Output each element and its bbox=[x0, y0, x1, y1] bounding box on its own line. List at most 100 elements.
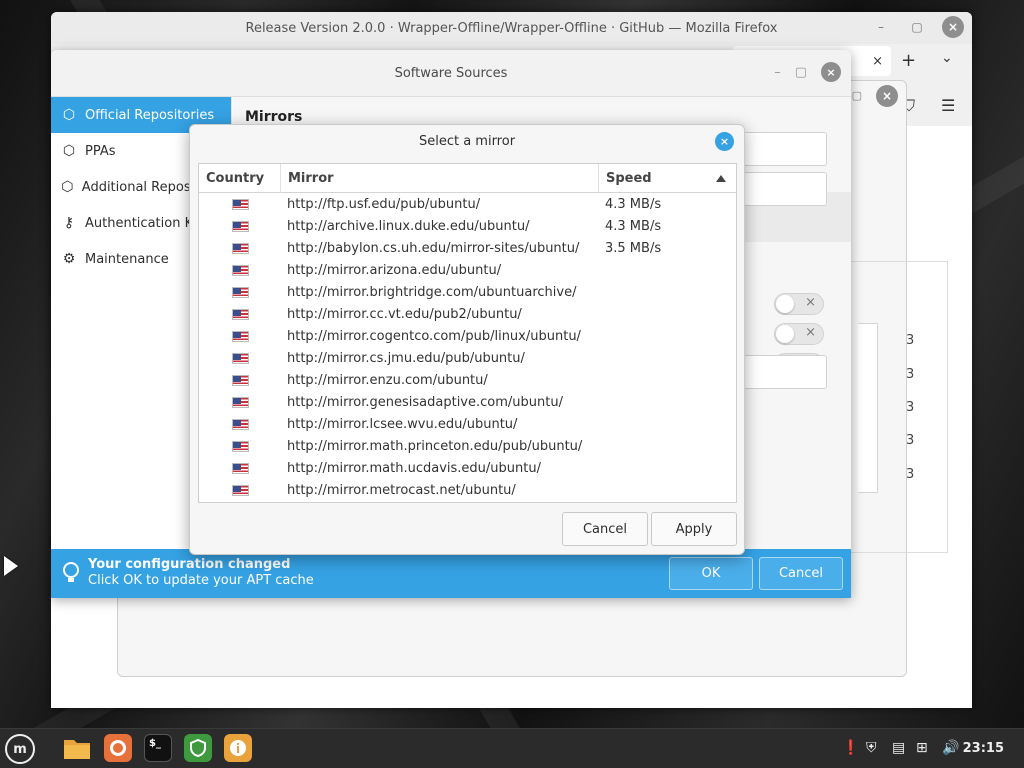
table-row[interactable]: http://mirror.math.princeton.edu/pub/ubu… bbox=[199, 435, 736, 457]
table-row[interactable]: http://mirror.cs.jmu.edu/pub/ubuntu/ bbox=[199, 347, 736, 369]
toggle-switch[interactable] bbox=[774, 323, 824, 345]
us-flag-icon bbox=[231, 396, 249, 408]
clock[interactable]: 23:15 bbox=[963, 741, 1004, 756]
firefox-titlebar[interactable]: Release Version 2.0.0 · Wrapper-Offline/… bbox=[51, 12, 972, 44]
column-header-mirror[interactable]: Mirror bbox=[281, 164, 599, 193]
mouse-cursor-icon bbox=[4, 556, 18, 576]
mirror-rows: http://ftp.usf.edu/pub/ubuntu/4.3 MB/s ht… bbox=[199, 193, 736, 501]
us-flag-icon bbox=[231, 440, 249, 452]
info-icon[interactable] bbox=[224, 734, 252, 762]
country-cell bbox=[199, 330, 281, 342]
country-cell bbox=[199, 220, 281, 232]
column-header-label: Country bbox=[206, 171, 265, 186]
table-row[interactable]: http://mirror.cc.vt.edu/pub2/ubuntu/ bbox=[199, 303, 736, 325]
column-header-speed[interactable]: Speed bbox=[599, 164, 736, 193]
cancel-button[interactable]: Cancel bbox=[562, 512, 648, 546]
configuration-changed-bar: Your configuration changed Click OK to u… bbox=[51, 549, 851, 598]
speed-cell: 3.5 MB/s bbox=[605, 240, 662, 256]
mirror-url-cell: http://mirror.math.princeton.edu/pub/ubu… bbox=[287, 438, 583, 454]
country-cell bbox=[199, 418, 281, 430]
firefox-window-title: Release Version 2.0.0 · Wrapper-Offline/… bbox=[245, 20, 778, 36]
country-cell bbox=[199, 374, 281, 386]
us-flag-icon bbox=[231, 462, 249, 474]
country-cell bbox=[199, 484, 281, 496]
us-flag-icon bbox=[231, 198, 249, 210]
country-cell bbox=[199, 396, 281, 408]
volume-icon[interactable]: 🔊 bbox=[942, 740, 959, 756]
software-sources-titlebar[interactable]: Software Sources – ▢ × bbox=[51, 50, 851, 97]
mirror-url-cell: http://ftp.usf.edu/pub/ubuntu/ bbox=[287, 196, 481, 212]
sort-ascending-icon bbox=[716, 175, 726, 182]
us-flag-icon bbox=[231, 374, 249, 386]
table-row[interactable]: http://mirror.math.ucdavis.edu/ubuntu/ bbox=[199, 457, 736, 479]
mirror-table: Country Mirror Speed http://ftp.usf.edu/… bbox=[198, 163, 737, 503]
close-button[interactable]: × bbox=[876, 85, 898, 107]
folder-icon[interactable] bbox=[63, 734, 91, 762]
mirror-url-cell: http://mirror.cs.jmu.edu/pub/ubuntu/ bbox=[287, 350, 525, 366]
table-row[interactable]: http://mirror.metrocast.net/ubuntu/ bbox=[199, 479, 736, 501]
us-flag-icon bbox=[231, 484, 249, 496]
country-cell bbox=[199, 242, 281, 254]
close-button[interactable]: × bbox=[942, 16, 964, 38]
table-row[interactable]: http://ftp.usf.edu/pub/ubuntu/4.3 MB/s bbox=[199, 193, 736, 215]
cancel-button[interactable]: Cancel bbox=[759, 557, 843, 590]
shield-icon[interactable] bbox=[184, 734, 212, 762]
info-title: Your configuration changed bbox=[88, 557, 291, 572]
us-flag-icon bbox=[231, 330, 249, 342]
us-flag-icon bbox=[231, 264, 249, 276]
column-header-country[interactable]: Country bbox=[199, 164, 281, 193]
mirror-url-cell: http://mirror.cogentco.com/pub/linux/ubu… bbox=[287, 328, 581, 344]
us-flag-icon bbox=[231, 418, 249, 430]
firefox-icon[interactable] bbox=[104, 734, 132, 762]
table-row[interactable]: http://mirror.cogentco.com/pub/linux/ubu… bbox=[199, 325, 736, 347]
dialog-titlebar[interactable]: Select a mirror bbox=[190, 125, 744, 157]
mirror-url-cell: http://archive.linux.duke.edu/ubuntu/ bbox=[287, 218, 530, 234]
terminal-icon[interactable]: $_ bbox=[144, 734, 172, 762]
table-row[interactable]: http://mirror.genesisadaptive.com/ubuntu… bbox=[199, 391, 736, 413]
new-tab-button[interactable]: + bbox=[901, 50, 916, 71]
sidebar-item-label: Maintenance bbox=[85, 251, 169, 267]
maximize-button[interactable]: ▢ bbox=[795, 65, 807, 80]
package-icon: ⬡ bbox=[61, 179, 74, 195]
mirror-url-cell: http://mirror.arizona.edu/ubuntu/ bbox=[287, 262, 502, 278]
us-flag-icon bbox=[231, 242, 249, 254]
table-row[interactable]: http://babylon.cs.uh.edu/mirror-sites/ub… bbox=[199, 237, 736, 259]
us-flag-icon bbox=[231, 308, 249, 320]
country-cell bbox=[199, 264, 281, 276]
country-cell bbox=[199, 286, 281, 298]
tab-list-button[interactable]: ⌄ bbox=[941, 50, 953, 66]
mirror-url-cell: http://mirror.enzu.com/ubuntu/ bbox=[287, 372, 488, 388]
minimize-button[interactable]: – bbox=[870, 16, 892, 38]
clipboard-icon[interactable]: ▤ bbox=[892, 740, 905, 756]
us-flag-icon bbox=[231, 352, 249, 364]
apply-button[interactable]: Apply bbox=[651, 512, 737, 546]
hamburger-menu-icon[interactable]: ☰ bbox=[941, 96, 955, 115]
network-icon[interactable]: ⊞ bbox=[916, 740, 928, 756]
table-row[interactable]: http://mirror.enzu.com/ubuntu/ bbox=[199, 369, 736, 391]
tab-close-icon[interactable]: × bbox=[872, 54, 883, 69]
table-row[interactable]: http://mirror.lcsee.wvu.edu/ubuntu/ bbox=[199, 413, 736, 435]
country-cell bbox=[199, 462, 281, 474]
minimize-button[interactable]: – bbox=[774, 65, 781, 80]
update-shield-icon[interactable]: ⛨ bbox=[866, 740, 877, 756]
notification-icon[interactable]: ❗ bbox=[842, 740, 859, 756]
window-title: Software Sources bbox=[394, 65, 508, 81]
column-header-label: Mirror bbox=[288, 171, 334, 186]
country-cell bbox=[199, 308, 281, 320]
mirror-url-cell: http://mirror.metrocast.net/ubuntu/ bbox=[287, 482, 516, 498]
mint-menu-button[interactable]: m bbox=[5, 734, 35, 764]
speed-cell: 4.3 MB/s bbox=[605, 218, 662, 234]
table-row[interactable]: http://archive.linux.duke.edu/ubuntu/4.3… bbox=[199, 215, 736, 237]
table-row[interactable]: http://mirror.arizona.edu/ubuntu/ bbox=[199, 259, 736, 281]
maximize-icon[interactable]: ▢ bbox=[852, 89, 862, 102]
close-button[interactable]: × bbox=[715, 132, 734, 151]
maximize-button[interactable]: ▢ bbox=[906, 16, 928, 38]
table-row[interactable]: http://mirror.brightridge.com/ubuntuarch… bbox=[199, 281, 736, 303]
country-cell bbox=[199, 198, 281, 210]
country-cell bbox=[199, 352, 281, 364]
close-button[interactable]: × bbox=[821, 62, 841, 82]
ok-button[interactable]: OK bbox=[669, 557, 753, 590]
toggle-switch[interactable] bbox=[774, 293, 824, 315]
country-cell bbox=[199, 440, 281, 452]
background-cell: 3 bbox=[906, 400, 915, 415]
